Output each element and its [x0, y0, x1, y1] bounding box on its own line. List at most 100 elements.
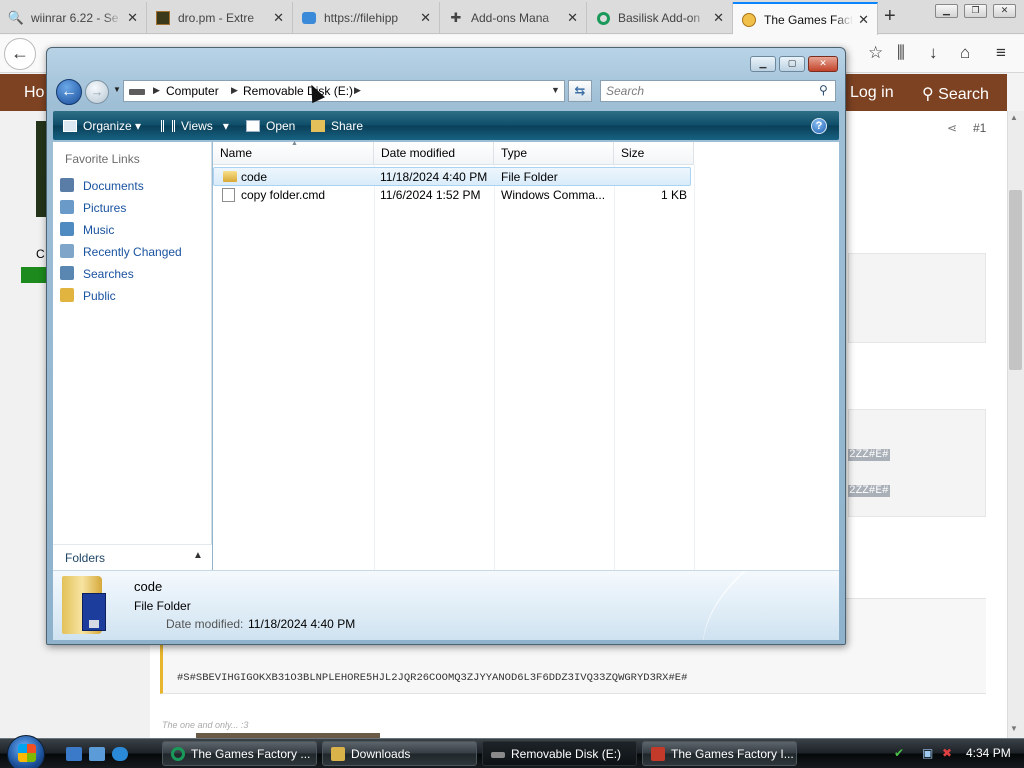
- clock[interactable]: 4:34 PM: [966, 746, 1011, 760]
- folders-toggle[interactable]: Folders ▲: [53, 544, 212, 570]
- explorer-maximize-icon[interactable]: ▢: [779, 56, 805, 72]
- restore-icon[interactable]: ❐: [964, 4, 987, 18]
- tab-close-icon[interactable]: ✕: [713, 10, 724, 26]
- scroll-down-arrow-icon[interactable]: ▼: [1010, 724, 1018, 733]
- search-input[interactable]: Search ⚲: [600, 80, 836, 102]
- help-icon[interactable]: ?: [811, 118, 827, 134]
- start-button-icon[interactable]: [7, 735, 45, 768]
- browser-tab-strip: 🔍 wiinrar 6.22 - Se ✕ dro.pm - Extre ✕ h…: [0, 0, 1024, 35]
- fav-link-pictures[interactable]: Pictures: [60, 198, 208, 218]
- browser-tab-2[interactable]: dro.pm - Extre ✕: [147, 2, 293, 34]
- scroll-up-arrow-icon[interactable]: ▲: [1010, 113, 1018, 122]
- basilisk-favicon: [595, 10, 611, 26]
- fav-link-recently-changed[interactable]: Recently Changed: [60, 242, 208, 262]
- column-header-type[interactable]: Type: [494, 142, 614, 165]
- browser-tab-1[interactable]: 🔍 wiinrar 6.22 - Se ✕: [0, 2, 147, 34]
- fav-link-label: Recently Changed: [83, 245, 182, 259]
- hamburger-menu-icon[interactable]: ≡: [996, 43, 1006, 63]
- star-icon[interactable]: ☆: [868, 43, 883, 63]
- refresh-icon[interactable]: ⇆: [568, 80, 592, 102]
- address-bar[interactable]: ▶ Computer ▶ Removable Disk (E:) ▶ ▼: [123, 80, 565, 102]
- download-arrow-icon[interactable]: ↓: [929, 43, 938, 63]
- fav-link-label: Searches: [83, 267, 134, 281]
- public-folder-icon: [60, 288, 74, 302]
- organize-label: Organize: [83, 119, 132, 133]
- fav-link-searches[interactable]: Searches: [60, 264, 208, 284]
- organize-button[interactable]: Organize ▾: [63, 119, 141, 133]
- browser-tab-6-active[interactable]: The Games Fact ✕: [733, 2, 878, 35]
- user-avatar: [36, 121, 46, 217]
- views-button[interactable]: Views ▾: [161, 119, 229, 133]
- column-header-label: Size: [621, 146, 645, 160]
- login-link[interactable]: Log in: [850, 84, 894, 102]
- internet-explorer-icon[interactable]: [112, 747, 128, 761]
- user-rank-bar: [21, 267, 47, 283]
- site-search-link[interactable]: ⚲ Search: [922, 84, 989, 104]
- chevron-down-icon: ▾: [222, 119, 229, 133]
- address-dropdown-icon[interactable]: ▼: [551, 85, 560, 95]
- minimize-icon[interactable]: ▁: [935, 4, 958, 18]
- fav-link-public[interactable]: Public: [60, 286, 208, 306]
- home-icon[interactable]: ⌂: [960, 43, 970, 63]
- taskbar-button-downloads[interactable]: Downloads: [322, 741, 477, 766]
- column-header-size[interactable]: Size: [614, 142, 694, 165]
- close-window-icon[interactable]: ✕: [993, 4, 1016, 18]
- new-tab-button[interactable]: +: [884, 5, 896, 28]
- explorer-minimize-icon[interactable]: ▁: [750, 56, 776, 72]
- fav-link-music[interactable]: Music: [60, 220, 208, 240]
- file-row-copy-folder-cmd[interactable]: copy folder.cmd 11/6/2024 1:52 PM Window…: [213, 186, 691, 205]
- floppy-disk-icon: [82, 593, 106, 631]
- nav-back-arrow-icon[interactable]: ←: [56, 79, 82, 105]
- open-button[interactable]: Open: [246, 119, 295, 133]
- scroll-thumb[interactable]: [1009, 190, 1022, 370]
- browser-tab-5[interactable]: Basilisk Add-on ✕: [587, 2, 733, 34]
- breadcrumb-arrow-icon[interactable]: ▶: [231, 85, 238, 96]
- back-arrow-icon[interactable]: ←: [4, 38, 36, 70]
- network-icon[interactable]: ▣: [922, 746, 933, 760]
- tab-title: https://filehipp: [324, 11, 399, 25]
- show-desktop-icon[interactable]: [66, 747, 82, 761]
- recent-pages-chevron-icon[interactable]: ▼: [113, 85, 121, 94]
- explorer-close-icon[interactable]: ✕: [808, 56, 838, 72]
- taskbar-button-removable-disk[interactable]: Removable Disk (E:): [482, 741, 637, 766]
- share-button[interactable]: Share: [311, 119, 363, 133]
- file-date: 11/6/2024 1:52 PM: [380, 188, 481, 202]
- tab-close-icon[interactable]: ✕: [420, 10, 431, 26]
- search-icon[interactable]: ⚲: [819, 83, 828, 97]
- file-row-code[interactable]: code 11/18/2024 4:40 PM File Folder: [213, 167, 691, 186]
- taskbar-button-tgf[interactable]: The Games Factory I...: [642, 741, 797, 766]
- explorer-window: ▁ ▢ ✕ ← → ▼ ▶ Computer ▶ Removable Disk …: [46, 47, 846, 645]
- post-number[interactable]: #1: [973, 121, 986, 135]
- breadcrumb-removable-disk[interactable]: Removable Disk (E:): [243, 84, 353, 98]
- fav-link-documents[interactable]: Documents: [60, 176, 208, 196]
- column-header-name[interactable]: Name ▲: [213, 140, 374, 165]
- taskbar-button-basilisk[interactable]: The Games Factory ...: [162, 741, 317, 766]
- browser-tab-4[interactable]: ✚ Add-ons Mana ✕: [440, 2, 587, 34]
- folder-icon: [223, 171, 237, 182]
- searches-icon: [60, 266, 74, 280]
- tgf-taskbar-icon: [651, 747, 665, 761]
- dro-favicon: [155, 10, 171, 26]
- tab-close-icon[interactable]: ✕: [273, 10, 284, 26]
- tab-close-icon[interactable]: ✕: [858, 12, 869, 28]
- safely-remove-icon[interactable]: ✔: [894, 746, 904, 760]
- column-divider: [694, 165, 695, 570]
- volume-muted-icon[interactable]: ✖: [942, 746, 952, 760]
- switch-windows-icon[interactable]: [89, 747, 105, 761]
- breadcrumb-arrow-icon[interactable]: ▶: [354, 85, 361, 96]
- browser-tab-3[interactable]: https://filehipp ✕: [293, 2, 440, 34]
- details-date-value: 11/18/2024 4:40 PM: [248, 617, 356, 631]
- code-fragment: 2ZZ#E#: [848, 485, 890, 497]
- nav-forward-arrow-icon[interactable]: →: [85, 80, 109, 104]
- tab-close-icon[interactable]: ✕: [127, 10, 138, 26]
- breadcrumb-computer[interactable]: Computer: [166, 84, 219, 98]
- site-home-link[interactable]: Ho: [24, 84, 44, 102]
- breadcrumb-arrow-icon[interactable]: ▶: [153, 85, 160, 96]
- tab-close-icon[interactable]: ✕: [567, 10, 578, 26]
- post-username[interactable]: C: [36, 247, 45, 261]
- column-header-label: Date modified: [381, 146, 456, 160]
- column-header-date-modified[interactable]: Date modified: [374, 142, 494, 165]
- library-icon[interactable]: ⫼: [897, 43, 905, 63]
- share-icon[interactable]: ⋖: [947, 121, 957, 135]
- command-bar: Organize ▾ Views ▾ Open Share ?: [53, 111, 839, 140]
